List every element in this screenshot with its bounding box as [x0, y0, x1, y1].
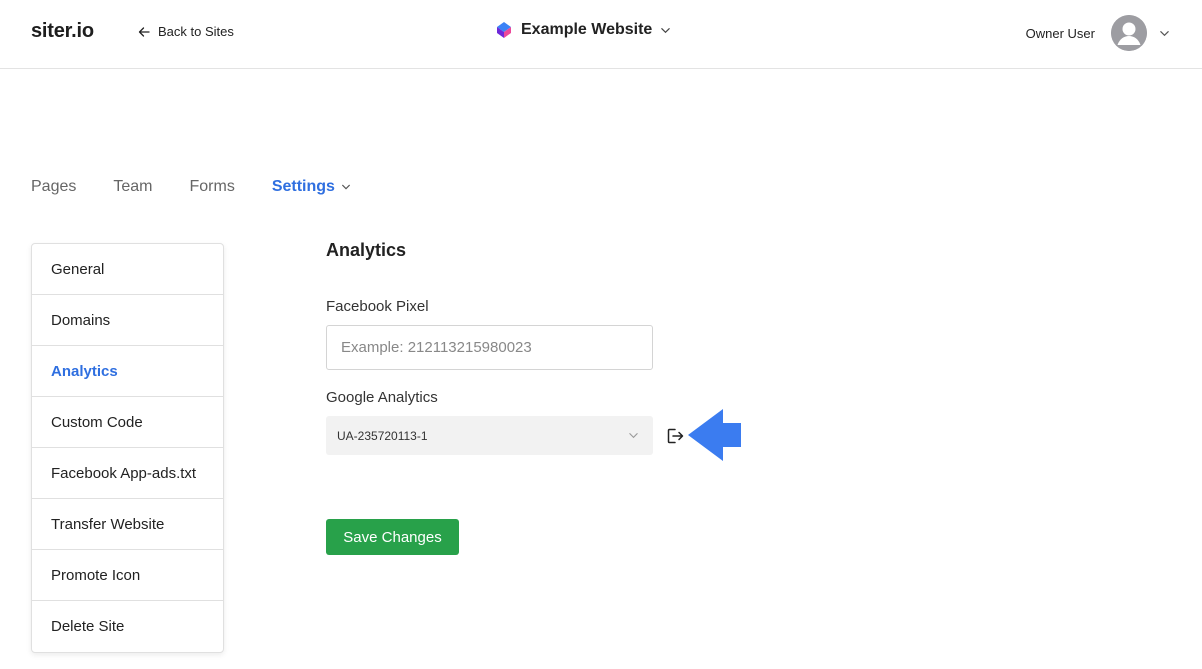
google-analytics-selected-value: UA-235720113-1 — [337, 428, 428, 443]
sidebar-item-delete-site[interactable]: Delete Site — [32, 601, 223, 652]
chevron-down-icon — [1160, 30, 1169, 36]
site-tabs: Pages Team Forms Settings — [31, 178, 388, 196]
annotation-arrow-icon — [688, 409, 741, 461]
sidebar-item-custom-code[interactable]: Custom Code — [32, 397, 223, 448]
siter-logo[interactable]: siter.io — [31, 20, 94, 43]
sidebar-item-transfer-website[interactable]: Transfer Website — [32, 499, 223, 550]
tab-settings[interactable]: Settings — [272, 178, 351, 196]
top-bar: siter.io Back to Sites Example Website O… — [0, 0, 1202, 69]
tab-forms[interactable]: Forms — [190, 178, 235, 196]
tab-team[interactable]: Team — [113, 178, 152, 196]
chevron-down-icon — [661, 27, 671, 33]
google-analytics-label: Google Analytics — [326, 389, 438, 406]
page-title: Analytics — [326, 240, 407, 260]
back-to-sites-link[interactable]: Back to Sites — [138, 24, 234, 39]
user-name: Owner User — [1025, 25, 1095, 41]
arrow-left-icon — [138, 26, 150, 37]
back-to-sites-label: Back to Sites — [158, 24, 234, 39]
analytics-section: Analytics — [326, 240, 406, 261]
google-analytics-select[interactable]: UA-235720113-1 — [326, 416, 653, 455]
sidebar-item-facebook-app-ads[interactable]: Facebook App-ads.txt — [32, 448, 223, 499]
tab-pages[interactable]: Pages — [31, 178, 76, 196]
sign-out-icon[interactable] — [666, 427, 684, 445]
user-avatar-icon — [1111, 15, 1147, 51]
facebook-pixel-input[interactable] — [326, 325, 653, 370]
user-menu[interactable]: Owner User — [1026, 15, 1170, 51]
sidebar-item-analytics[interactable]: Analytics — [32, 346, 223, 397]
chevron-down-icon — [629, 433, 638, 439]
site-name: Example Website — [521, 21, 653, 38]
sidebar-item-domains[interactable]: Domains — [32, 295, 223, 346]
sidebar-item-general[interactable]: General — [32, 244, 223, 295]
site-switcher[interactable]: Example Website — [495, 21, 671, 39]
tab-settings-label: Settings — [271, 178, 335, 195]
settings-sidebar: General Domains Analytics Custom Code Fa… — [31, 243, 224, 653]
save-changes-button[interactable]: Save Changes — [326, 519, 459, 555]
sidebar-item-promote-icon[interactable]: Promote Icon — [32, 550, 223, 601]
facebook-pixel-label: Facebook Pixel — [326, 298, 429, 315]
cube-logo-icon — [497, 22, 511, 38]
chevron-down-icon — [342, 184, 350, 190]
